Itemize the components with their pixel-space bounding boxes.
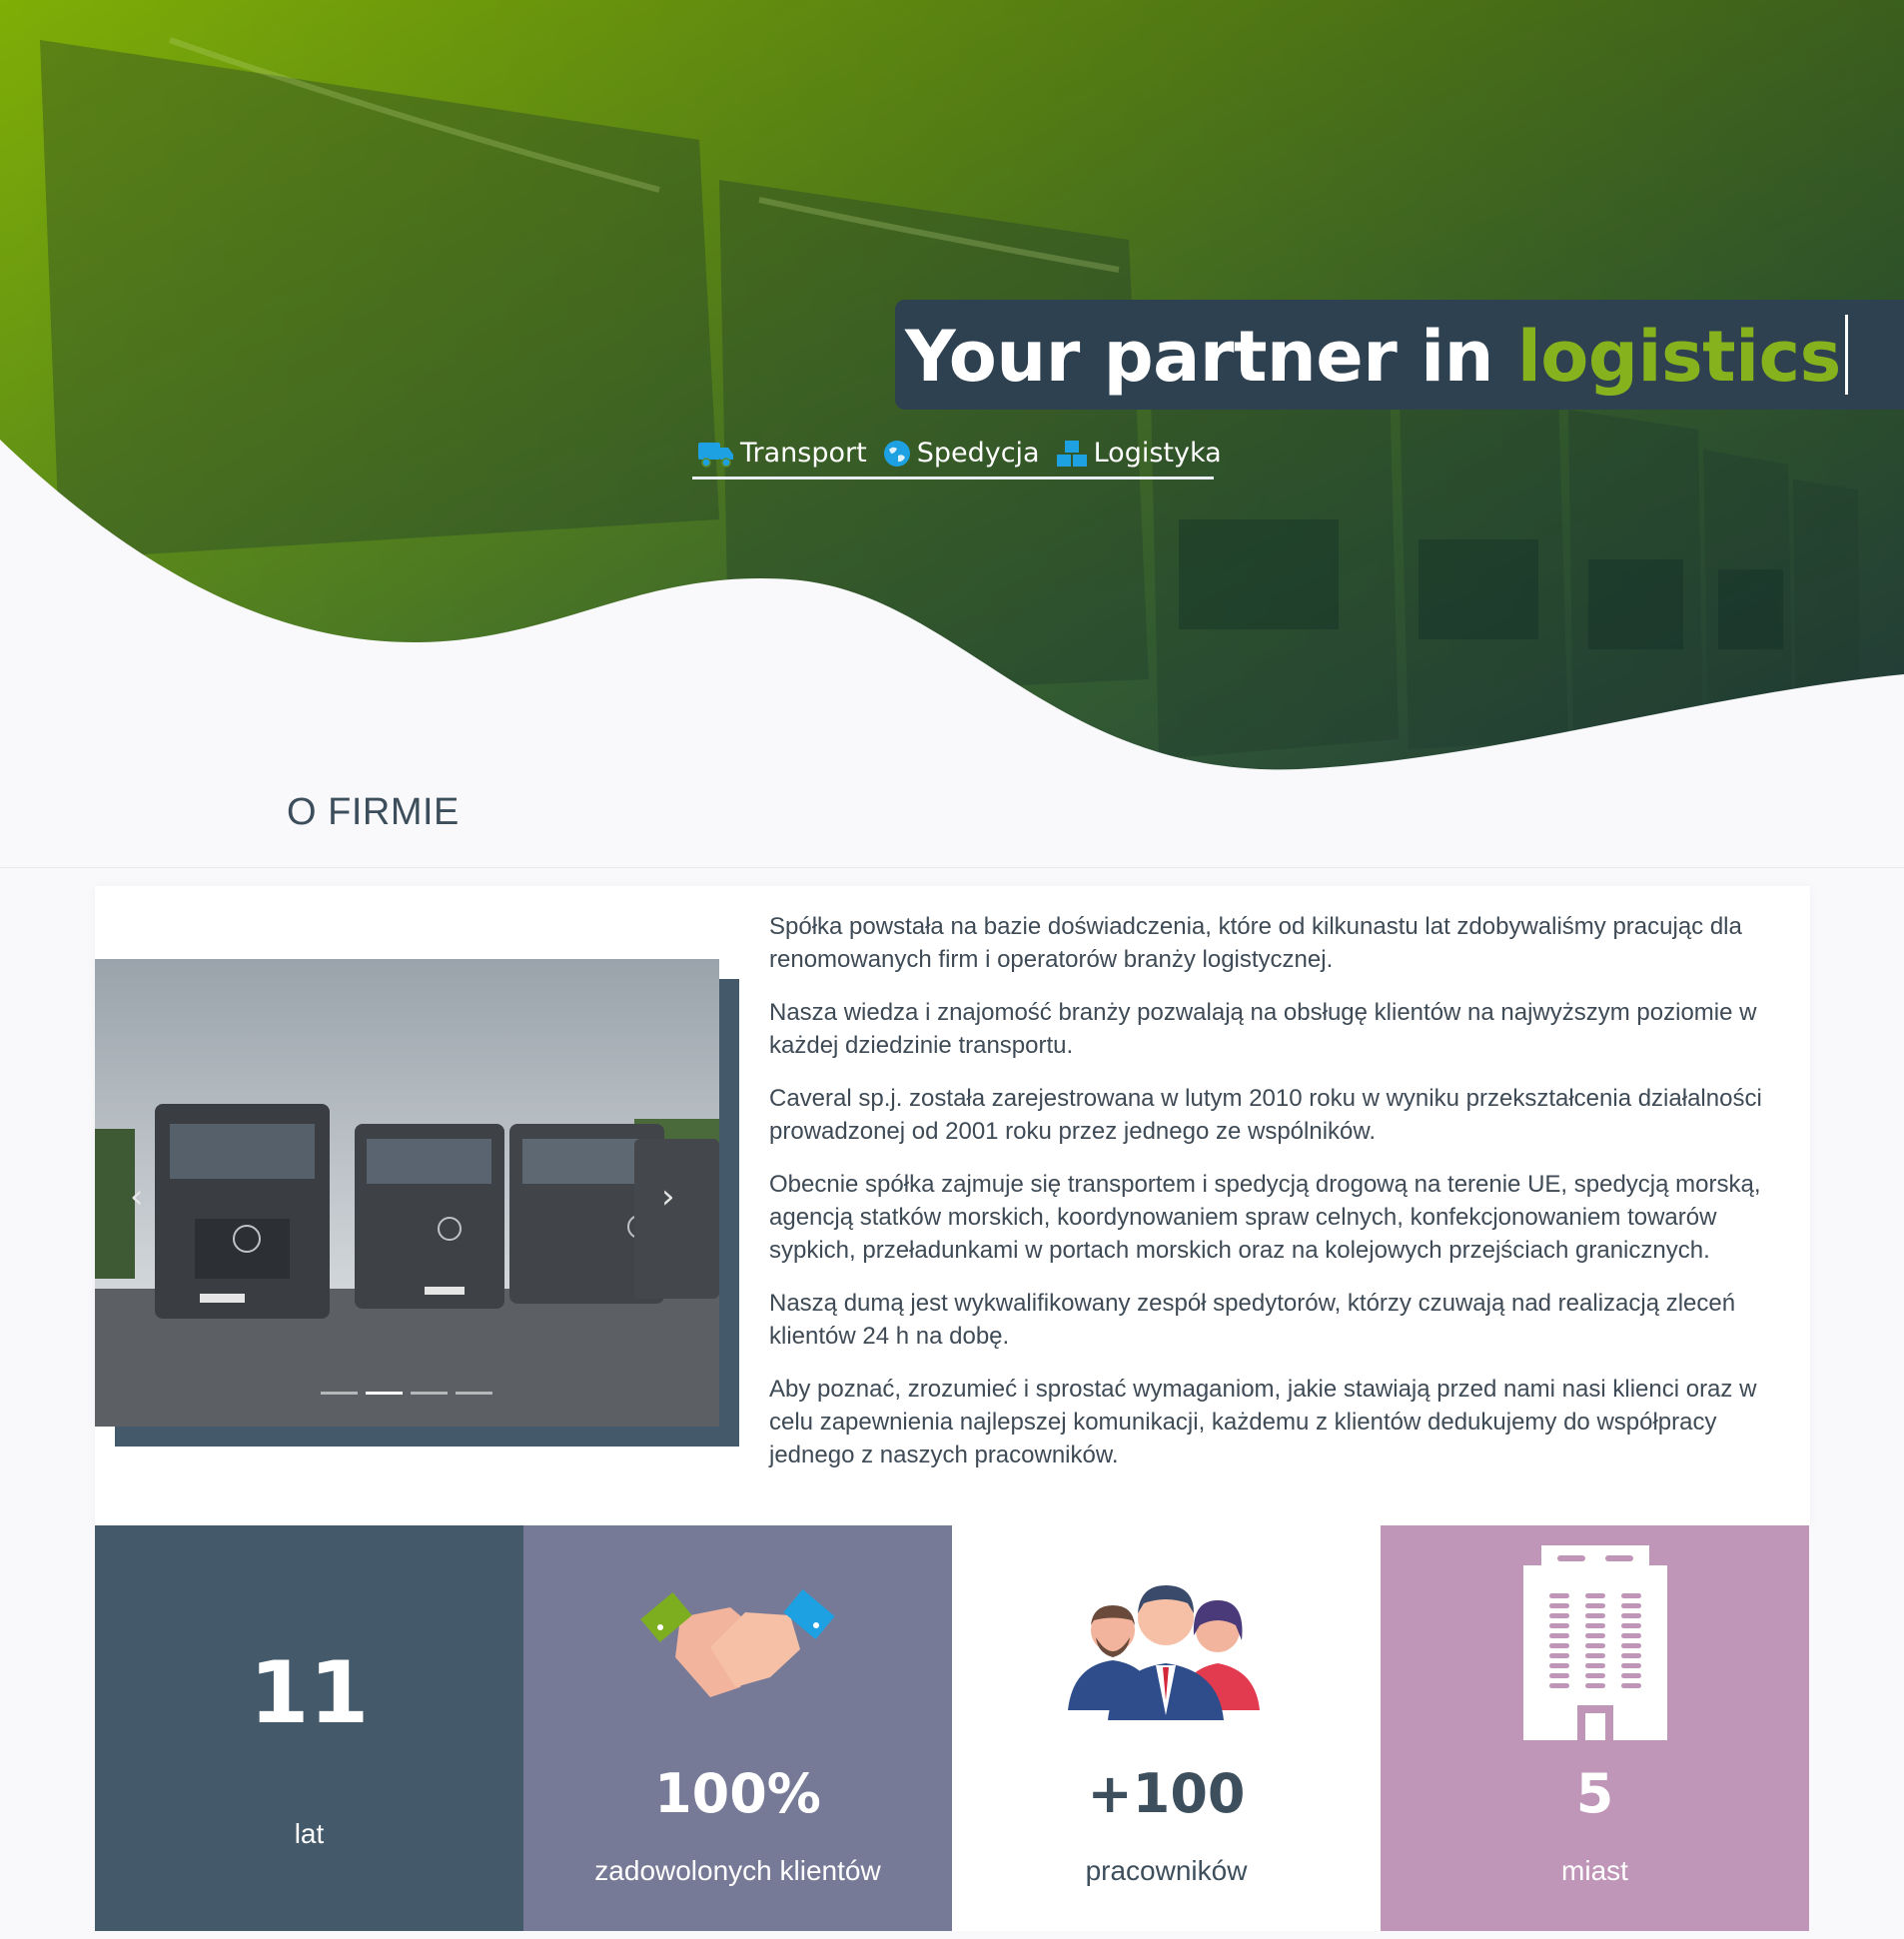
team-icon	[1068, 1585, 1260, 1720]
headline-accent: logistics	[1516, 316, 1841, 398]
stat-label: lat	[294, 1818, 325, 1849]
about-text: Spółka powstała na bazie doświadczenia, …	[769, 910, 1788, 1491]
section-title: O FIRMIE	[287, 791, 460, 833]
truck-icon	[698, 442, 733, 468]
carousel-prev-arrow[interactable]: ‹	[130, 1177, 144, 1217]
stat-years: 11 lat	[95, 1525, 523, 1931]
section-divider	[0, 867, 1904, 868]
services-nav: Transport Spedycja Logistyka	[692, 430, 1222, 480]
stat-employees: +100 pracowników	[952, 1525, 1381, 1931]
stat-value: 5	[1575, 1762, 1614, 1825]
service-link-spedycja[interactable]: Spedycja	[883, 438, 1040, 469]
stat-cities: 5 miast	[1381, 1525, 1809, 1931]
stat-label: pracowników	[1085, 1855, 1248, 1886]
service-link-logistyka[interactable]: Logistyka	[1056, 438, 1222, 469]
carousel-truck-photo	[95, 959, 719, 1427]
about-paragraph: Naszą dumą jest wykwalifikowany zespół s…	[769, 1290, 1736, 1350]
service-label: Transport	[740, 438, 867, 469]
stat-value: 100%	[654, 1762, 821, 1825]
service-label: Logistyka	[1093, 438, 1222, 469]
headline-prefix: Your partner in	[905, 316, 1517, 398]
service-label: Spedycja	[916, 438, 1040, 469]
globe-icon	[883, 440, 910, 467]
carousel-indicator[interactable]	[366, 1392, 403, 1395]
stat-label: miast	[1561, 1855, 1628, 1886]
stat-value: 11	[249, 1643, 370, 1743]
typing-caret	[1844, 315, 1848, 395]
building-icon	[1523, 1545, 1667, 1740]
about-paragraph: Aby poznać, zrozumieć i sprostać wymagan…	[769, 1376, 1757, 1468]
boxes-icon	[1056, 440, 1087, 467]
stat-clients: 100% zadowolonych klientów	[523, 1525, 952, 1931]
carousel-next-arrow[interactable]: ›	[661, 1177, 675, 1217]
stat-label: zadowolonych klientów	[594, 1855, 881, 1886]
about-paragraph: Spółka powstała na bazie doświadczenia, …	[769, 913, 1742, 973]
image-carousel[interactable]	[95, 959, 719, 1427]
hero-headline: Your partner in logistics	[905, 312, 1848, 402]
carousel-indicator[interactable]	[456, 1392, 492, 1395]
about-paragraph: Nasza wiedza i znajomość branży pozwalaj…	[769, 999, 1757, 1059]
about-paragraph: Obecnie spółka zajmuje się transportem i…	[769, 1171, 1761, 1264]
service-link-transport[interactable]: Transport	[698, 438, 867, 469]
handshake-icon	[640, 1589, 835, 1697]
carousel-indicator[interactable]	[321, 1392, 358, 1395]
stat-value: +100	[1087, 1762, 1246, 1825]
carousel-indicators	[321, 1392, 492, 1395]
carousel-indicator[interactable]	[411, 1392, 448, 1395]
about-paragraph: Caveral sp.j. została zarejestrowana w l…	[769, 1085, 1762, 1145]
